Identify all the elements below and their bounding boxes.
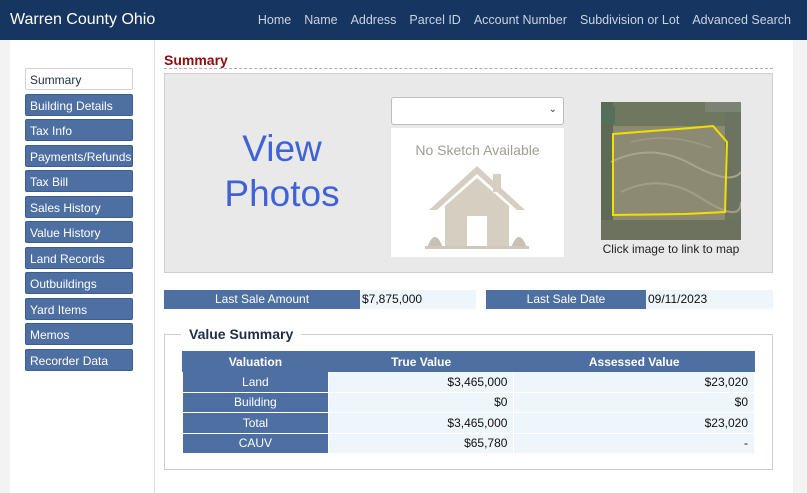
- true-value-cell: $0: [327, 391, 515, 413]
- true-value-cell: $3,465,000: [327, 371, 515, 393]
- sidebar-item-yard-items[interactable]: Yard Items: [25, 297, 133, 320]
- sidebar-item-outbuildings[interactable]: Outbuildings: [25, 272, 133, 294]
- last-sale-date-value: 09/11/2023: [646, 290, 773, 309]
- table-row: Land $3,465,000 $23,020: [182, 371, 755, 393]
- sidebar-item-memos[interactable]: Memos: [25, 323, 133, 345]
- nav-advanced-search[interactable]: Advanced Search: [692, 13, 791, 27]
- last-sale-amount-row: Last Sale Amount $7,875,000: [164, 290, 476, 309]
- last-sale-amount-label: Last Sale Amount: [164, 290, 360, 309]
- sidebar-item-land-records[interactable]: Land Records: [25, 246, 133, 269]
- nav-account-number[interactable]: Account Number: [474, 13, 567, 27]
- site-brand[interactable]: Warren County Ohio: [0, 11, 155, 29]
- media-panel: View Photos ⌄ No Sketch Available Click …: [164, 73, 773, 273]
- sidebar-item-tax-info[interactable]: Tax Info: [25, 119, 133, 141]
- house-icon: [425, 166, 529, 249]
- nav-address[interactable]: Address: [351, 13, 397, 27]
- true-value-cell: $65,780: [327, 432, 515, 454]
- column-header-valuation: Valuation: [182, 351, 329, 372]
- table-row: Building $0 $0: [182, 391, 755, 413]
- row-label: CAUV: [182, 432, 329, 454]
- column-header-true-value: True Value: [327, 351, 515, 372]
- column-header-assessed-value: Assessed Value: [513, 351, 755, 372]
- sidebar-item-summary[interactable]: Summary: [25, 68, 133, 90]
- assessed-value-cell: $23,020: [513, 371, 755, 393]
- content-page: Summary Building Details Tax Info Paymen…: [10, 40, 793, 493]
- nav-home[interactable]: Home: [258, 13, 291, 27]
- table-header-row: Valuation True Value Assessed Value: [182, 351, 755, 372]
- true-value-cell: $3,465,000: [327, 412, 515, 434]
- assessed-value-cell: $0: [513, 391, 755, 413]
- last-sale-date-row: Last Sale Date 09/11/2023: [486, 290, 773, 309]
- sidebar-divider: [154, 40, 155, 493]
- value-summary-title: Value Summary: [181, 326, 302, 342]
- value-summary-table: Valuation True Value Assessed Value Land…: [182, 351, 755, 454]
- sidebar-item-tax-bill[interactable]: Tax Bill: [25, 170, 133, 192]
- view-photos-line1: View: [242, 128, 322, 169]
- table-row: Total $3,465,000 $23,020: [182, 412, 755, 434]
- title-divider: [164, 68, 773, 69]
- sidebar-item-sales-history[interactable]: Sales History: [25, 195, 133, 218]
- value-summary-panel: Value Summary Valuation True Value Asses…: [164, 326, 773, 470]
- table-row: CAUV $65,780 -: [182, 432, 755, 454]
- sketch-placeholder: No Sketch Available: [391, 128, 564, 257]
- sketch-select[interactable]: ⌄: [391, 97, 564, 125]
- view-photos-line2: Photos: [224, 173, 340, 214]
- sidebar-item-value-history[interactable]: Value History: [25, 221, 133, 243]
- nav-name[interactable]: Name: [304, 13, 337, 27]
- sidebar-item-payments-refunds[interactable]: Payments/Refunds: [25, 144, 133, 167]
- nav-subdivision-or-lot[interactable]: Subdivision or Lot: [580, 13, 679, 27]
- top-bar: Warren County Ohio Home Name Address Par…: [0, 0, 807, 40]
- chevron-down-icon: ⌄: [548, 104, 557, 115]
- row-label: Building: [182, 391, 329, 413]
- row-label: Total: [182, 412, 329, 434]
- assessed-value-cell: -: [513, 432, 755, 454]
- view-photos-link[interactable]: View Photos: [197, 126, 367, 216]
- nav-parcel-id[interactable]: Parcel ID: [409, 13, 460, 27]
- row-label: Land: [182, 371, 329, 393]
- no-sketch-text: No Sketch Available: [415, 142, 540, 158]
- sidebar-item-recorder-data[interactable]: Recorder Data: [25, 348, 133, 371]
- sidebar: Summary Building Details Tax Info Paymen…: [25, 68, 133, 374]
- top-nav: Home Name Address Parcel ID Account Numb…: [258, 0, 791, 40]
- map-caption: Click image to link to map: [602, 242, 740, 256]
- last-sale-amount-value: $7,875,000: [360, 290, 476, 309]
- parcel-map-image[interactable]: [601, 102, 741, 240]
- section-title: Summary: [164, 52, 228, 68]
- last-sale-date-label: Last Sale Date: [486, 290, 646, 309]
- assessed-value-cell: $23,020: [513, 412, 755, 434]
- sidebar-item-building-details[interactable]: Building Details: [25, 93, 133, 116]
